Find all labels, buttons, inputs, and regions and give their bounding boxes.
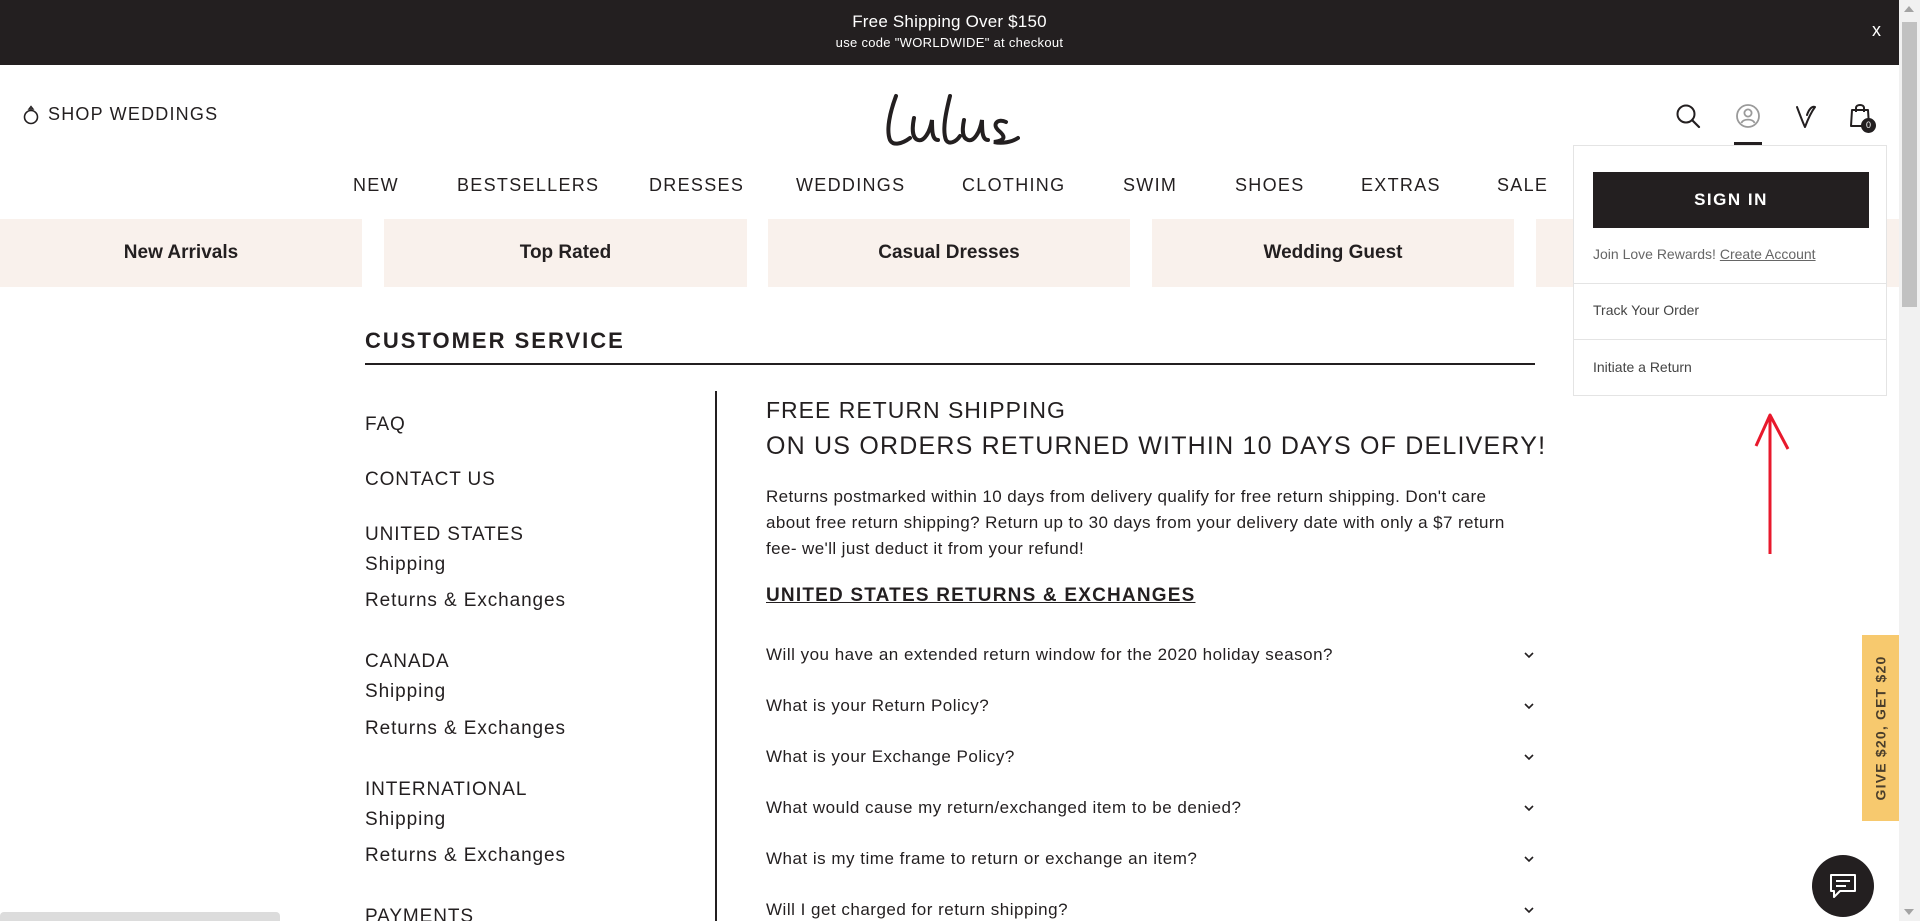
tile-wedding-guest[interactable]: Wedding Guest	[1152, 219, 1514, 287]
ring-icon	[22, 104, 40, 125]
tile-top-rated[interactable]: Top Rated	[384, 219, 747, 287]
sidebar-contact-us[interactable]: CONTACT US	[365, 469, 496, 491]
create-account-link[interactable]: Create Account	[1720, 246, 1816, 262]
sidebar-heading-canada: CANADA	[365, 651, 450, 672]
sidebar-canada-returns[interactable]: Returns & Exchanges	[365, 718, 566, 740]
faq-item[interactable]: What is your Return Policy?	[766, 691, 1536, 721]
tile-new-arrivals[interactable]: New Arrivals	[0, 219, 362, 287]
sidebar-divider	[715, 391, 717, 921]
track-order-link[interactable]: Track Your Order	[1593, 302, 1699, 318]
content-heading: FREE RETURN SHIPPING	[766, 397, 1066, 423]
promo-close-button[interactable]: x	[1872, 20, 1881, 41]
scroll-down-arrow-icon[interactable]	[1904, 909, 1914, 915]
scroll-up-arrow-icon[interactable]	[1904, 6, 1914, 12]
faq-item[interactable]: Will you have an extended return window …	[766, 640, 1536, 670]
rewards-prompt: Join Love Rewards! Create Account	[1593, 246, 1816, 262]
promo-banner: Free Shipping Over $150 use code "WORLDW…	[0, 0, 1899, 65]
refer-friend-tab[interactable]: GIVE $20, GET $20	[1862, 635, 1899, 821]
nav-bestsellers[interactable]: BESTSELLERS	[457, 175, 599, 196]
page-title: CUSTOMER SERVICE	[365, 328, 625, 353]
chevron-down-icon	[1522, 804, 1536, 812]
faq-question: Will I get charged for return shipping?	[766, 900, 1069, 919]
lulus-logo[interactable]	[880, 82, 1020, 152]
faq-item[interactable]: What is your Exchange Policy?	[766, 742, 1536, 772]
faq-question: What is your Return Policy?	[766, 696, 990, 715]
sidebar-heading-us: UNITED STATES	[365, 524, 524, 545]
nav-new[interactable]: NEW	[353, 175, 399, 196]
faq-question: What is your Exchange Policy?	[766, 747, 1015, 766]
sidebar-faq[interactable]: FAQ	[365, 414, 406, 436]
chevron-down-icon	[1522, 855, 1536, 863]
nav-weddings[interactable]: WEDDINGS	[796, 175, 905, 196]
nav-shoes[interactable]: SHOES	[1235, 175, 1305, 196]
shop-weddings-label: SHOP WEDDINGS	[48, 104, 219, 124]
search-icon[interactable]	[1673, 101, 1703, 131]
main-nav: NEW BESTSELLERS DRESSES WEDDINGS CLOTHIN…	[0, 175, 1560, 197]
refer-friend-label: GIVE $20, GET $20	[1872, 655, 1889, 801]
chevron-down-icon	[1522, 753, 1536, 761]
promo-headline: Free Shipping Over $150	[852, 12, 1047, 31]
chevron-down-icon	[1522, 651, 1536, 659]
nav-swim[interactable]: SWIM	[1123, 175, 1177, 196]
initiate-return-link[interactable]: Initiate a Return	[1593, 359, 1692, 375]
sidebar-international-shipping[interactable]: Shipping	[365, 809, 446, 831]
bottom-left-widget[interactable]	[0, 912, 280, 921]
sidebar-us-shipping[interactable]: Shipping	[365, 554, 446, 576]
faq-question: What would cause my return/exchanged ite…	[766, 798, 1242, 817]
sidebar-heading-international: INTERNATIONAL	[365, 779, 528, 800]
sidebar-international-returns[interactable]: Returns & Exchanges	[365, 845, 566, 867]
scroll-thumb[interactable]	[1902, 22, 1917, 307]
annotation-arrow-icon	[1752, 410, 1792, 560]
shop-weddings-link[interactable]: SHOP WEDDINGS	[22, 104, 218, 125]
title-divider	[365, 363, 1535, 365]
promo-subtext: use code "WORLDWIDE" at checkout	[835, 35, 1064, 50]
faq-question: What is my time frame to return or excha…	[766, 849, 1198, 868]
nav-sale[interactable]: SALE	[1497, 175, 1548, 196]
sidebar-canada-shipping[interactable]: Shipping	[365, 681, 446, 703]
cart-count-badge: 0	[1861, 118, 1876, 133]
wishlist-icon[interactable]	[1791, 101, 1821, 131]
dropdown-divider	[1574, 283, 1886, 284]
content-paragraph: Returns postmarked within 10 days from d…	[766, 487, 1505, 558]
sidebar-payments[interactable]: PAYMENTS	[365, 906, 474, 921]
tile-casual-dresses[interactable]: Casual Dresses	[768, 219, 1130, 287]
faq-question: Will you have an extended return window …	[766, 645, 1334, 664]
nav-extras[interactable]: EXTRAS	[1361, 175, 1441, 196]
rewards-text: Join Love Rewards!	[1593, 246, 1716, 262]
dropdown-divider	[1574, 339, 1886, 340]
faq-item[interactable]: Will I get charged for return shipping?	[766, 895, 1536, 921]
chat-icon	[1830, 874, 1856, 898]
content-subheading: ON US ORDERS RETURNED WITHIN 10 DAYS OF …	[766, 432, 1547, 460]
faq-item[interactable]: What would cause my return/exchanged ite…	[766, 793, 1536, 823]
account-dropdown: SIGN IN Join Love Rewards! Create Accoun…	[1573, 145, 1887, 396]
faq-item[interactable]: What is my time frame to return or excha…	[766, 844, 1536, 874]
sign-in-button[interactable]: SIGN IN	[1593, 172, 1869, 228]
chevron-down-icon	[1522, 702, 1536, 710]
section-title-us-returns: UNITED STATES RETURNS & EXCHANGES	[766, 585, 1196, 606]
account-icon[interactable]	[1733, 101, 1763, 131]
nav-dresses[interactable]: DRESSES	[649, 175, 744, 196]
sidebar-us-returns[interactable]: Returns & Exchanges	[365, 590, 566, 612]
nav-clothing[interactable]: CLOTHING	[962, 175, 1065, 196]
page-scrollbar[interactable]	[1899, 0, 1920, 921]
chevron-down-icon	[1522, 906, 1536, 914]
chat-button[interactable]	[1812, 855, 1874, 917]
